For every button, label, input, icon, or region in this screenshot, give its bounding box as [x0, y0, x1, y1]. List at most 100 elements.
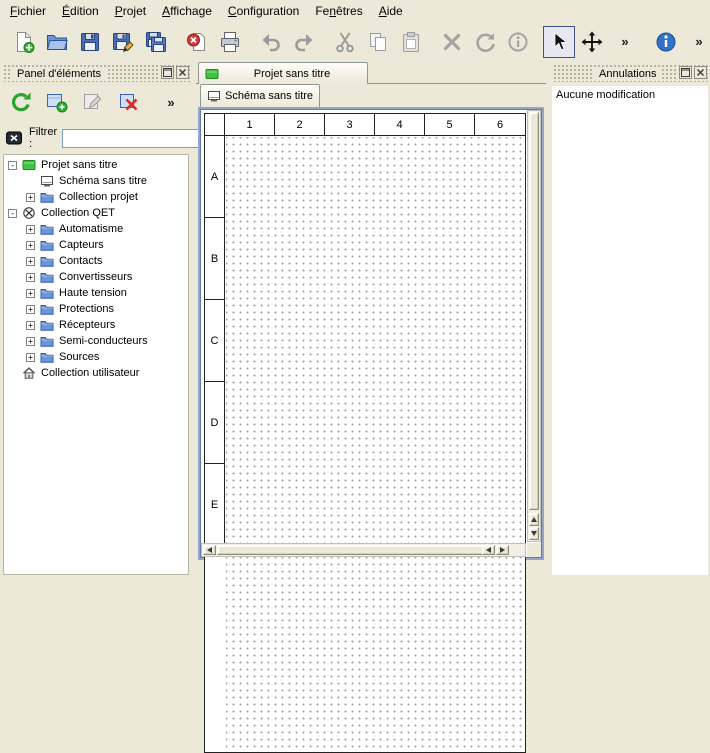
- expand-expander[interactable]: +: [26, 241, 35, 250]
- tree-item-label: Capteurs: [59, 239, 104, 251]
- info-button[interactable]: [502, 26, 534, 58]
- select-arrow-icon: [547, 30, 571, 54]
- redo-button[interactable]: [288, 26, 320, 58]
- folder-icon: [40, 254, 54, 268]
- tree-item[interactable]: +Collection projet: [4, 189, 188, 205]
- tree-item[interactable]: +Convertisseurs: [4, 269, 188, 285]
- folder-icon: [40, 238, 54, 252]
- scroll-down-button[interactable]: [529, 527, 539, 540]
- save-button[interactable]: [74, 26, 106, 58]
- save-all-button[interactable]: [140, 26, 172, 58]
- delete-element-button[interactable]: [114, 87, 144, 117]
- new-document-button[interactable]: [8, 26, 40, 58]
- menu-affichage[interactable]: Affichage: [154, 1, 220, 21]
- scroll-up-button[interactable]: [529, 513, 539, 526]
- expand-expander[interactable]: +: [26, 273, 35, 282]
- dock-title-buttons: [158, 66, 189, 79]
- toolbar-overflow-button[interactable]: »: [609, 26, 641, 58]
- float-icon: [163, 68, 172, 77]
- select-arrow-button[interactable]: [543, 26, 575, 58]
- clear-filter-icon[interactable]: [6, 131, 24, 145]
- undo-button[interactable]: [255, 26, 287, 58]
- column-headers: 123456: [225, 114, 525, 136]
- scroll-left-button-2[interactable]: [482, 545, 495, 555]
- menu-projet[interactable]: Projet: [107, 1, 154, 21]
- toolbar-overflow-button[interactable]: »: [683, 26, 710, 58]
- project-tab[interactable]: Projet sans titre: [198, 62, 368, 84]
- open-folder-button[interactable]: [41, 26, 73, 58]
- scroll-right-button[interactable]: [496, 545, 509, 555]
- move-button[interactable]: [576, 26, 608, 58]
- row-header: C: [205, 300, 224, 382]
- tree-item[interactable]: Schéma sans titre: [4, 173, 188, 189]
- save-as-button[interactable]: [107, 26, 139, 58]
- tree-item[interactable]: -Projet sans titre: [4, 157, 188, 173]
- tree-item[interactable]: +Récepteurs: [4, 317, 188, 333]
- filter-input[interactable]: [62, 129, 212, 148]
- row-header: A: [205, 136, 224, 218]
- print-button[interactable]: [214, 26, 246, 58]
- menu-configuration[interactable]: Configuration: [220, 1, 307, 21]
- undo-history-list[interactable]: Aucune modification: [552, 86, 708, 575]
- menu-fichier[interactable]: Fichier: [2, 1, 54, 21]
- tree-item[interactable]: + Capteurs: [4, 237, 188, 253]
- menu-aide[interactable]: Aide: [371, 1, 411, 21]
- cut-button[interactable]: [329, 26, 361, 58]
- expand-expander[interactable]: +: [26, 225, 35, 234]
- tree-item[interactable]: +Haute tension: [4, 285, 188, 301]
- menu-fenetres[interactable]: Fenêtres: [307, 1, 370, 21]
- toolbar-separator: [173, 27, 181, 57]
- tree-item[interactable]: -Collection QET: [4, 205, 188, 221]
- toolbar-separator: [321, 27, 329, 57]
- new-element-button[interactable]: [42, 87, 72, 117]
- new-document-icon: [12, 30, 36, 54]
- toolbar-overflow-button[interactable]: »: [156, 87, 186, 117]
- expand-expander[interactable]: +: [26, 321, 35, 330]
- delete-button[interactable]: [436, 26, 468, 58]
- move-icon: [580, 30, 604, 54]
- menu-edition[interactable]: Édition: [54, 1, 107, 21]
- dock-close-button[interactable]: [176, 66, 189, 79]
- dock-float-button[interactable]: [679, 66, 692, 79]
- close-file-button[interactable]: [181, 26, 213, 58]
- undo-dock-titlebar[interactable]: Annulations: [552, 65, 708, 82]
- collapse-expander[interactable]: -: [8, 209, 17, 218]
- diagram-canvas[interactable]: [226, 137, 525, 752]
- copy-button[interactable]: [362, 26, 394, 58]
- filter-row: Filtrer :: [0, 126, 192, 150]
- paste-button[interactable]: [395, 26, 427, 58]
- expand-expander[interactable]: +: [26, 289, 35, 298]
- vscroll-thumb[interactable]: [529, 112, 539, 510]
- diagram-tab-label: Schéma sans titre: [225, 90, 313, 102]
- tree-item[interactable]: +Contacts: [4, 253, 188, 269]
- tree-item[interactable]: Collection utilisateur: [4, 365, 188, 381]
- collapse-expander[interactable]: -: [8, 161, 17, 170]
- hscroll-thumb[interactable]: [217, 545, 485, 555]
- expand-expander[interactable]: +: [26, 353, 35, 362]
- reload-button[interactable]: [6, 87, 36, 117]
- tree-item[interactable]: +Semi-conducteurs: [4, 333, 188, 349]
- tree-item[interactable]: +Automatisme: [4, 221, 188, 237]
- elements-dock-titlebar[interactable]: Panel d'éléments: [2, 65, 190, 82]
- dock-close-button[interactable]: [694, 66, 707, 79]
- horizontal-scrollbar[interactable]: [201, 543, 526, 557]
- workspace: Projet sans titre Schéma sans titre 1234…: [196, 62, 546, 581]
- about-info-button[interactable]: [650, 26, 682, 58]
- expand-expander[interactable]: +: [26, 337, 35, 346]
- column-header: 6: [475, 114, 525, 135]
- vertical-scrollbar[interactable]: [527, 110, 541, 542]
- tree-item[interactable]: +Protections: [4, 301, 188, 317]
- main-toolbar: »»: [0, 21, 710, 62]
- expand-expander[interactable]: +: [26, 257, 35, 266]
- rotate-button[interactable]: [469, 26, 501, 58]
- tree-item[interactable]: +Sources: [4, 349, 188, 365]
- dock-float-button[interactable]: [161, 66, 174, 79]
- expand-expander[interactable]: +: [26, 193, 35, 202]
- up-arrow-icon: [531, 517, 537, 522]
- column-header: 5: [425, 114, 475, 135]
- scroll-left-button[interactable]: [203, 545, 216, 555]
- edit-element-button[interactable]: [78, 87, 108, 117]
- diagram-tab[interactable]: Schéma sans titre: [200, 84, 320, 107]
- redo-icon: [292, 30, 316, 54]
- expand-expander[interactable]: +: [26, 305, 35, 314]
